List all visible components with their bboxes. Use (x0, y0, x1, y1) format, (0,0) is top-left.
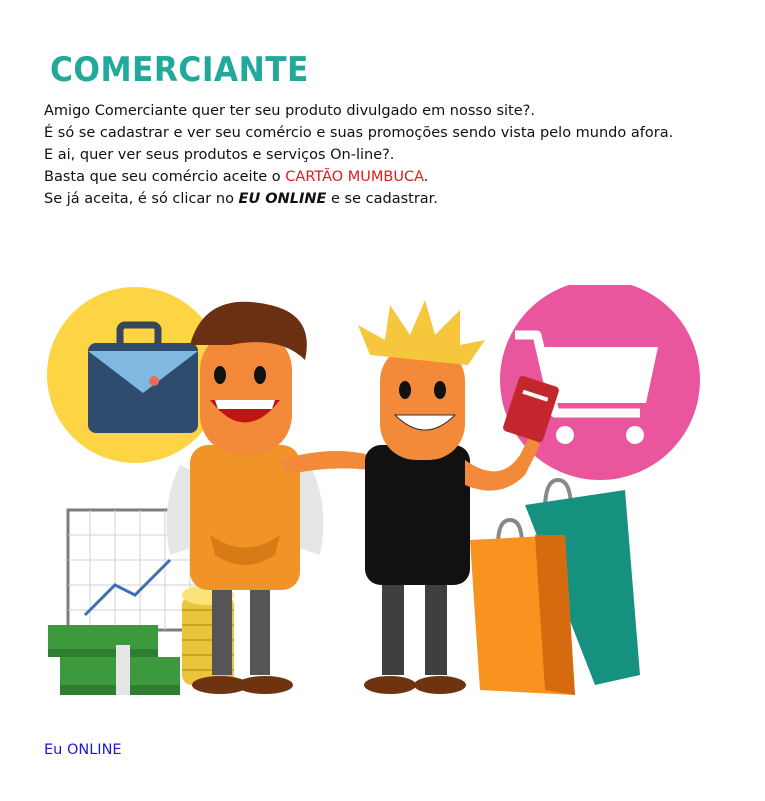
intro-line-5-end: e se cadastrar. (326, 191, 438, 207)
intro-line-2: É só se cadastrar e ver seu comércio e s… (44, 125, 674, 141)
intro-text: Amigo Comerciante quer ter seu produto d… (44, 100, 754, 210)
page-title: COMERCIANTE (50, 50, 309, 90)
intro-line-5-text: Se já aceita, é só clicar no (44, 191, 239, 207)
intro-line-4-end: . (423, 169, 429, 185)
intro-line-5: Se já aceita, é só clicar no EU ONLINE e… (44, 188, 754, 210)
eu-online-link[interactable]: Eu ONLINE (44, 740, 122, 760)
intro-line-4-text: Basta que seu comércio aceite o (44, 169, 286, 185)
eu-online-emphasis: EU ONLINE (238, 191, 327, 207)
money-stack-icon (48, 625, 180, 695)
shopping-bag-icon (470, 477, 640, 695)
cartao-mumbuca-highlight: CARTÃO MUMBUCA (285, 169, 424, 185)
merchant-illustration (47, 285, 700, 695)
intro-line-4: Basta que seu comércio aceite o CARTÃO M… (44, 166, 754, 188)
intro-line-3: E ai, quer ver seus produtos e serviços … (44, 147, 395, 163)
intro-line-1: Amigo Comerciante quer ter seu produto d… (44, 103, 535, 119)
